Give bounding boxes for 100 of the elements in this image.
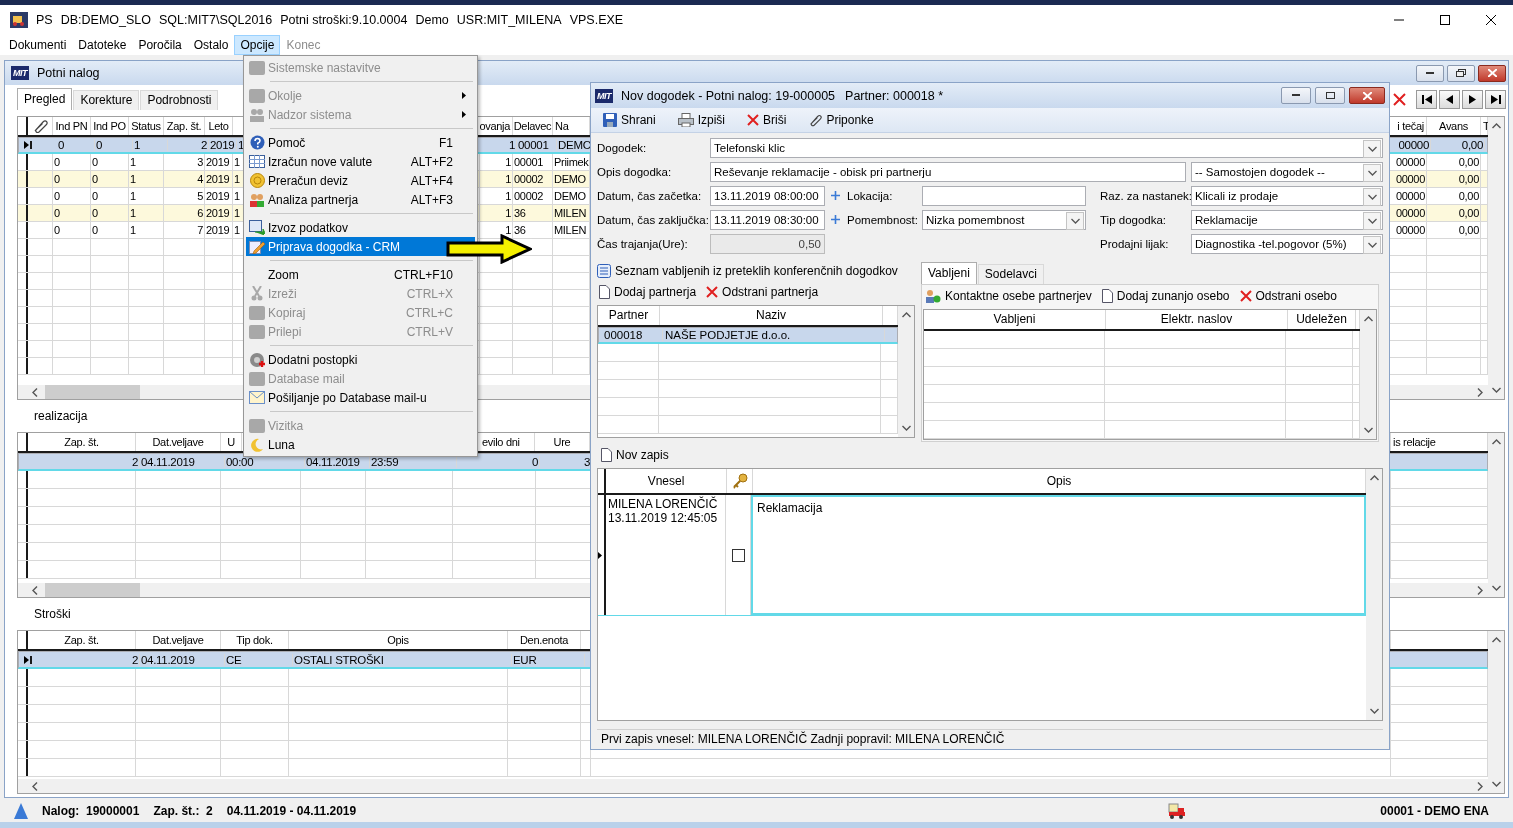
chevron-right-icon[interactable] [1477,781,1483,791]
column-header[interactable]: Ind PN [55,120,88,132]
column-header[interactable]: Udeležen [1288,309,1356,329]
chevron-up-icon[interactable] [1491,123,1501,129]
scrollbar[interactable] [1488,631,1504,793]
input-field[interactable]: Reševanje reklamacije - obisk pri partnerju [710,161,1186,182]
chevron-right-icon[interactable] [1477,585,1483,595]
menu-item[interactable]: Pošiljanje po Database mail-u [246,388,475,407]
column-header[interactable]: Status [131,120,161,132]
toolbar-button[interactable]: Odstrani partnerja [706,282,819,302]
last-record-button[interactable] [1485,90,1506,109]
tab[interactable]: Podrobnosti [140,90,219,110]
menu-item[interactable]: Priprava dogodka - CRM [246,237,475,256]
chevron-down-icon[interactable] [901,424,911,431]
chevron-up-icon[interactable] [901,311,911,318]
tab[interactable]: Vabljeni [921,261,977,284]
scrollbar[interactable] [1488,117,1504,399]
text-area[interactable]: Reklamacija [751,495,1366,615]
minimize-button[interactable] [1281,87,1311,105]
column-header[interactable]: Dat.veljave [152,436,204,448]
dropdown[interactable]: Nizka pomembnost [922,209,1086,230]
chevron-up-icon[interactable] [1363,315,1373,322]
toolbar-button[interactable]: Shrani [603,112,656,127]
scroll-thumb[interactable] [45,583,140,597]
column-header[interactable]: is relacije [1393,436,1436,448]
scrollbar[interactable] [1360,309,1376,439]
menu-item[interactable]: Analiza partnerja ALT+F3 [246,190,475,209]
scrollbar[interactable] [1488,433,1504,597]
toolbar-button[interactable]: Odstrani osebo [1239,286,1337,306]
close-button[interactable] [1478,64,1506,82]
column-header[interactable]: Zap. št. [64,436,99,448]
column-header[interactable]: Vabljeni [924,309,1106,329]
previous-record-button[interactable] [1439,90,1460,109]
column-header[interactable]: Zap. št. [166,120,202,132]
column-header[interactable]: ovanja [479,120,510,132]
input-field[interactable]: 13.11.2019 08:30:00 [710,209,825,230]
menu-item[interactable]: Datoteke [72,35,133,55]
column-header[interactable]: Zap. št. [64,634,99,646]
chevron-up-icon[interactable] [1369,475,1379,481]
scroll-thumb[interactable] [45,385,140,399]
close-button[interactable] [1349,87,1385,105]
scrollbar[interactable] [1366,469,1382,720]
menu-item[interactable]: Poročila [132,35,188,55]
plus-icon[interactable] [831,215,840,225]
menu-item[interactable]: Izvoz podatkov [246,218,475,237]
toolbar-button[interactable]: Nov zapis [601,445,1383,464]
column-header[interactable]: Vnesel [606,469,727,493]
menu-item[interactable]: Dodatni postopki [246,350,475,369]
column-header[interactable]: Ind PO [93,120,126,132]
menu-item[interactable]: Izračun nove valute ALT+F2 [246,152,475,171]
toolbar-button[interactable]: Briši [747,112,787,127]
column-header[interactable]: Ure [553,436,571,448]
dropdown[interactable]: Diagnostika -tel.pogovor (5%) [1191,233,1383,254]
column-header[interactable]: Naziv [660,305,883,325]
toolbar-button[interactable]: Dodaj partnerja [599,282,697,302]
next-record-button[interactable] [1462,90,1483,109]
scrollbar[interactable] [18,779,1488,793]
chevron-down-icon[interactable] [1491,387,1501,393]
chevron-up-icon[interactable] [1491,439,1501,445]
toolbar-button[interactable]: Dodaj zunanjo osebo [1101,286,1230,306]
dropdown[interactable]: Reklamacije [1191,209,1383,230]
maximize-button[interactable] [1315,87,1345,105]
toolbar-button[interactable]: Priponke [808,112,874,127]
column-header[interactable]: Dat.veljave [152,634,204,646]
column-header[interactable]: Na [555,120,569,132]
tab[interactable]: Pregled [17,88,73,110]
menu-item[interactable]: Preračun deviz ALT+F4 [246,171,475,190]
column-header[interactable]: i tečaj [1397,120,1424,132]
input-field[interactable] [922,185,1086,206]
chevron-right-icon[interactable] [1477,387,1483,397]
column-header[interactable]: Delavec [513,120,552,132]
chevron-left-icon[interactable] [32,781,38,791]
chevron-up-icon[interactable] [1491,637,1501,643]
chevron-down-icon[interactable] [1363,426,1373,433]
column-header[interactable]: U [227,436,235,448]
column-header[interactable]: Leto [208,120,229,132]
menu-item[interactable]: Opcije [234,35,281,55]
list-button[interactable]: Seznam vabljenih iz preteklih konferenčnih dogodkov [597,261,915,281]
menu-item[interactable]: Dokumenti [3,35,73,55]
dropdown[interactable]: Telefonski klic [710,137,1383,158]
menu-item[interactable]: Luna [246,435,475,454]
minimize-button[interactable] [1416,64,1444,82]
toolbar-button[interactable]: Izpiši [677,112,726,127]
checkbox[interactable] [731,548,745,562]
scrollbar[interactable] [898,305,914,437]
chevron-left-icon[interactable] [32,387,38,397]
menu-item[interactable]: Pomoč F1 [246,133,475,152]
chevron-down-icon[interactable] [1491,781,1501,787]
column-header[interactable]: Den.enota [519,634,569,646]
tab[interactable]: Korekture [73,90,140,110]
restore-button[interactable] [1447,64,1475,82]
chevron-down-icon[interactable] [1369,707,1379,714]
chevron-down-icon[interactable] [1491,585,1501,591]
close-icon[interactable] [1393,93,1406,106]
column-header[interactable]: Tip dok. [236,634,273,646]
dropdown[interactable]: Klicali iz prodaje [1191,185,1383,206]
toolbar-button[interactable]: Kontaktne osebe partnerjev [925,286,1092,306]
column-header[interactable]: Avans [1439,120,1468,132]
column-header[interactable]: Elektr. naslov [1106,309,1288,329]
chevron-left-icon[interactable] [32,585,38,595]
